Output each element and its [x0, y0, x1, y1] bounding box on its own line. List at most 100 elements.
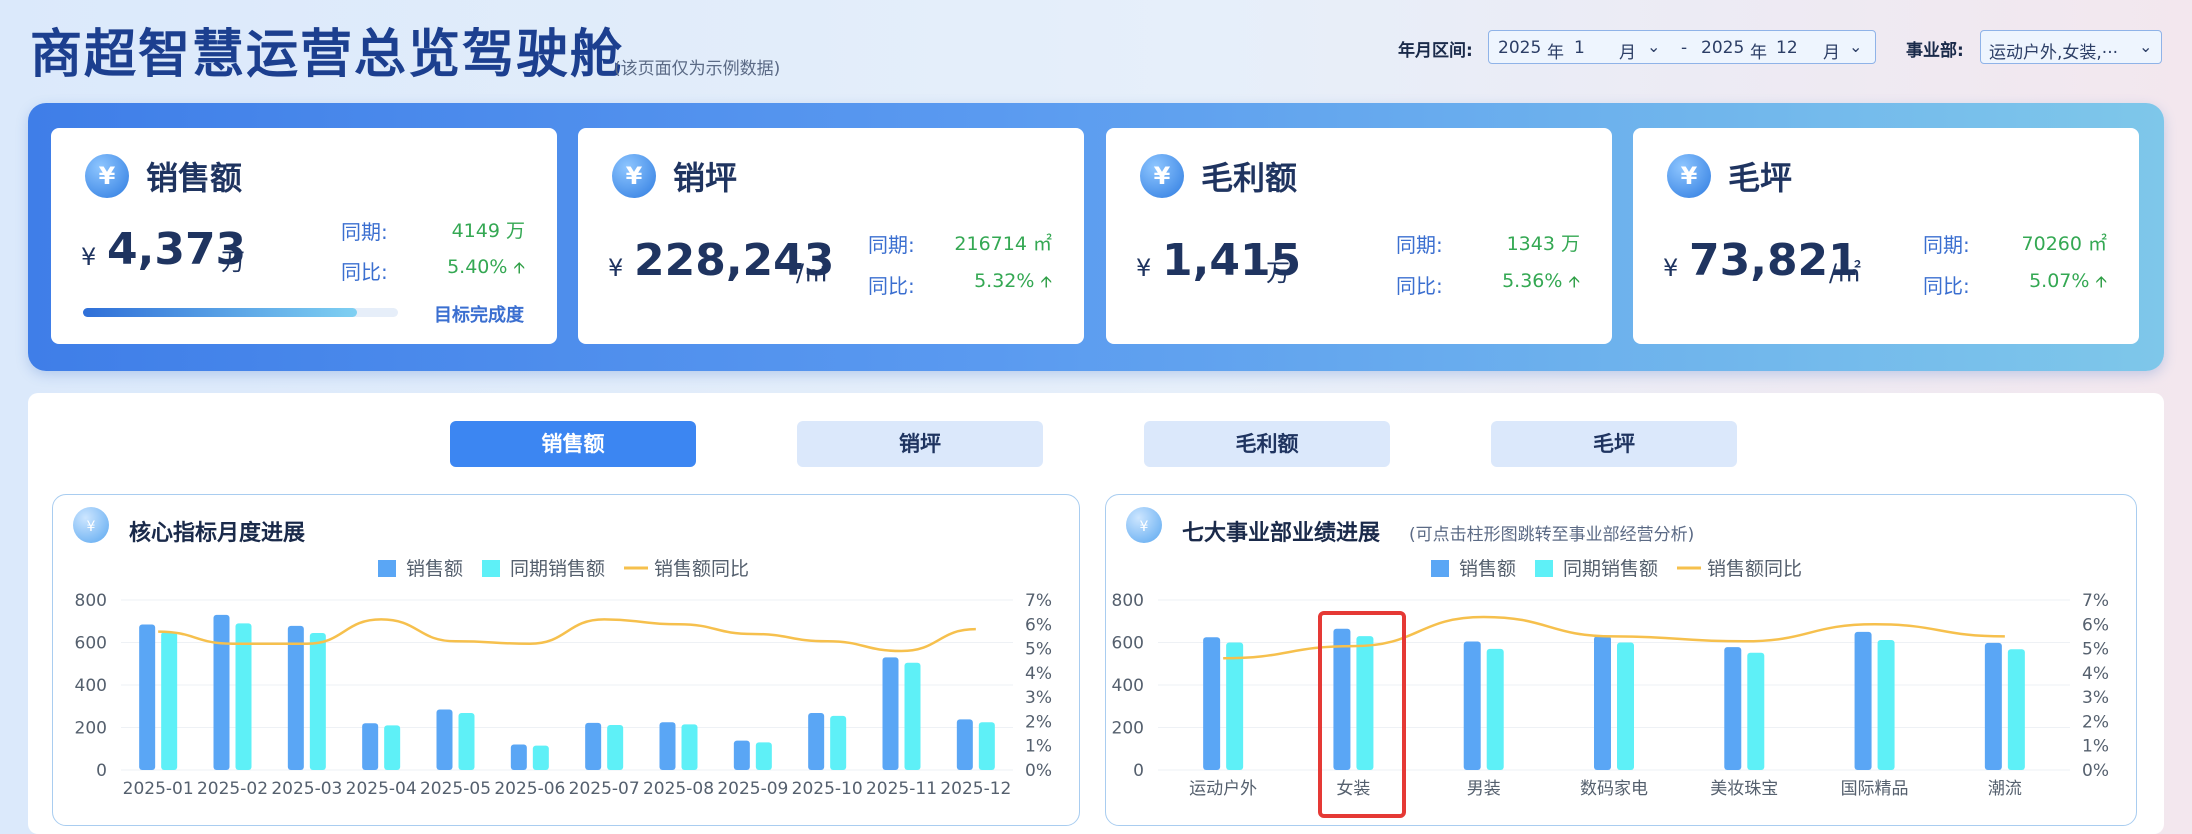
- bar-previous: [755, 742, 772, 770]
- kpi-yoy-value: 216714 ㎡: [954, 233, 1052, 255]
- y-tick-label: 800: [75, 591, 107, 611]
- kpi-card-sales[interactable]: ¥ 销售额 ¥ 4,373 万 同期: 4149 万 同比: 5.40% 🡩 目…: [51, 128, 557, 344]
- dept-label: 事业部:: [1906, 41, 1964, 61]
- bar-previous: [1877, 639, 1895, 770]
- kpi-name: 销售额: [146, 159, 243, 197]
- dept-select[interactable]: 运动户外,女装,··· ⌄: [1980, 30, 2162, 64]
- date-separator: -: [1681, 38, 1688, 58]
- y-tick-label: 600: [75, 634, 107, 654]
- bar-previous: [1617, 642, 1634, 770]
- start-month-char: 月: [1619, 43, 1636, 63]
- y-tick-label: 0: [96, 761, 107, 781]
- tab-sales-per-sqm[interactable]: 销坪: [797, 421, 1043, 467]
- x-tick-label: 2025-05: [420, 779, 491, 799]
- chevron-down-icon[interactable]: ⌄: [1647, 37, 1660, 56]
- currency-symbol: ¥: [608, 254, 624, 282]
- kpi-ratio-label: 同比:: [341, 260, 388, 284]
- kpi-ratio-value: 5.40%: [447, 256, 508, 278]
- page-subtitle: (该页面仅为示例数据): [614, 59, 781, 79]
- y2-tick-label: 1%: [2082, 737, 2109, 757]
- end-month: 12: [1776, 38, 1798, 58]
- chevron-down-icon[interactable]: ⌄: [1849, 37, 1862, 56]
- ratio-line: [158, 618, 976, 653]
- bar-current: [287, 625, 304, 770]
- x-tick-label: 2025-11: [866, 779, 937, 799]
- kpi-name: 销坪: [673, 159, 738, 197]
- kpi-unit: /㎡: [796, 259, 829, 287]
- yen-icon: ¥: [85, 154, 129, 198]
- kpi-name: 毛坪: [1728, 159, 1793, 197]
- tab-gross-profit[interactable]: 毛利额: [1144, 421, 1390, 467]
- y2-tick-label: 3%: [2082, 688, 2109, 708]
- y2-tick-label: 5%: [2082, 640, 2109, 660]
- bar-current: [1203, 637, 1221, 770]
- x-tick-label: 2025-03: [271, 779, 342, 799]
- yen-icon: ¥: [612, 154, 656, 198]
- y2-tick-label: 6%: [2082, 615, 2109, 635]
- bar-previous: [2007, 649, 2025, 770]
- target-progress-label: 目标完成度: [434, 305, 524, 326]
- date-range-picker[interactable]: 2025 年 1 月 ⌄ - 2025 年 12 月 ⌄: [1488, 30, 1876, 64]
- bar-previous: [235, 623, 252, 770]
- y-tick-label: 800: [1112, 591, 1144, 611]
- arrow-up-icon: 🡩: [1568, 272, 1581, 291]
- kpi-yoy-value: 70260 ㎡: [2021, 233, 2107, 255]
- kpi-ratio-label: 同比:: [1923, 274, 1970, 298]
- target-progress-fill: [83, 308, 358, 317]
- x-tick-label: 数码家电: [1580, 779, 1648, 799]
- y-tick-label: 200: [75, 719, 107, 739]
- legend-label: 销售额同比: [654, 558, 749, 580]
- kpi-yoy-label: 同期:: [341, 220, 388, 244]
- start-month: 1: [1574, 38, 1585, 58]
- x-tick-label: 2025-08: [643, 779, 714, 799]
- x-tick-label: 2025-10: [792, 779, 863, 799]
- bar-previous: [161, 631, 178, 770]
- x-tick-label: 潮流: [1988, 779, 2022, 799]
- y-tick-label: 400: [75, 676, 107, 696]
- legend-swatch: [482, 560, 500, 577]
- bar-current: [362, 723, 379, 770]
- bar-previous: [384, 725, 401, 770]
- currency-symbol: ¥: [1663, 254, 1679, 282]
- legend-swatch: [1431, 560, 1449, 577]
- target-progress-bar: [83, 308, 398, 317]
- kpi-yoy-value: 1343 万: [1506, 233, 1580, 255]
- kpi-unit: /㎡: [1829, 259, 1862, 287]
- tab-sales[interactable]: 销售额: [450, 421, 696, 467]
- bar-previous: [681, 724, 698, 770]
- y2-tick-label: 2%: [2082, 712, 2109, 732]
- kpi-name: 毛利额: [1201, 159, 1298, 197]
- kpi-card-sales-per-sqm[interactable]: ¥ 销坪 ¥ 228,243 /㎡ 同期: 216714 ㎡ 同比: 5.32%…: [578, 128, 1084, 344]
- x-tick-label: 2025-09: [717, 779, 788, 799]
- legend-label: 销售额: [406, 558, 463, 580]
- kpi-ratio-value: 5.07%: [2029, 270, 2090, 292]
- tab-gross-per-sqm[interactable]: 毛坪: [1491, 421, 1737, 467]
- arrow-up-icon: 🡩: [1040, 272, 1053, 291]
- y2-tick-label: 7%: [1025, 591, 1052, 611]
- kpi-yoy-label: 同期:: [1923, 233, 1970, 257]
- kpi-yoy-label: 同期:: [1396, 233, 1443, 257]
- bar-previous: [1226, 642, 1244, 770]
- bar-current: [510, 744, 527, 770]
- kpi-yoy-label: 同期:: [868, 233, 915, 257]
- start-year-char: 年: [1547, 43, 1564, 63]
- chevron-down-icon[interactable]: ⌄: [2139, 37, 2152, 56]
- y2-tick-label: 1%: [1025, 737, 1052, 757]
- currency-symbol: ¥: [1136, 254, 1152, 282]
- y2-tick-label: 7%: [2082, 591, 2109, 611]
- bar-current: [882, 657, 899, 770]
- y2-tick-label: 4%: [2082, 664, 2109, 684]
- bar-current: [1594, 636, 1611, 770]
- kpi-card-gross-per-sqm[interactable]: ¥ 毛坪 ¥ 73,821 /㎡ 同期: 70260 ㎡ 同比: 5.07% 🡩: [1633, 128, 2139, 344]
- bar-previous: [830, 715, 847, 770]
- bar-current: [436, 709, 453, 770]
- bar-current: [139, 624, 156, 770]
- x-tick-label: 2025-12: [940, 779, 1011, 799]
- kpi-card-gross-profit[interactable]: ¥ 毛利额 ¥ 1,415 万 同期: 1343 万 同比: 5.36% 🡩: [1106, 128, 1612, 344]
- bar-previous: [458, 713, 475, 770]
- x-tick-label: 运动户外: [1189, 779, 1257, 799]
- page-title: 商超智慧运营总览驾驶舱: [30, 25, 625, 85]
- y2-tick-label: 0%: [1025, 761, 1052, 781]
- bar-previous: [978, 722, 995, 770]
- legend-label: 销售额: [1459, 558, 1516, 580]
